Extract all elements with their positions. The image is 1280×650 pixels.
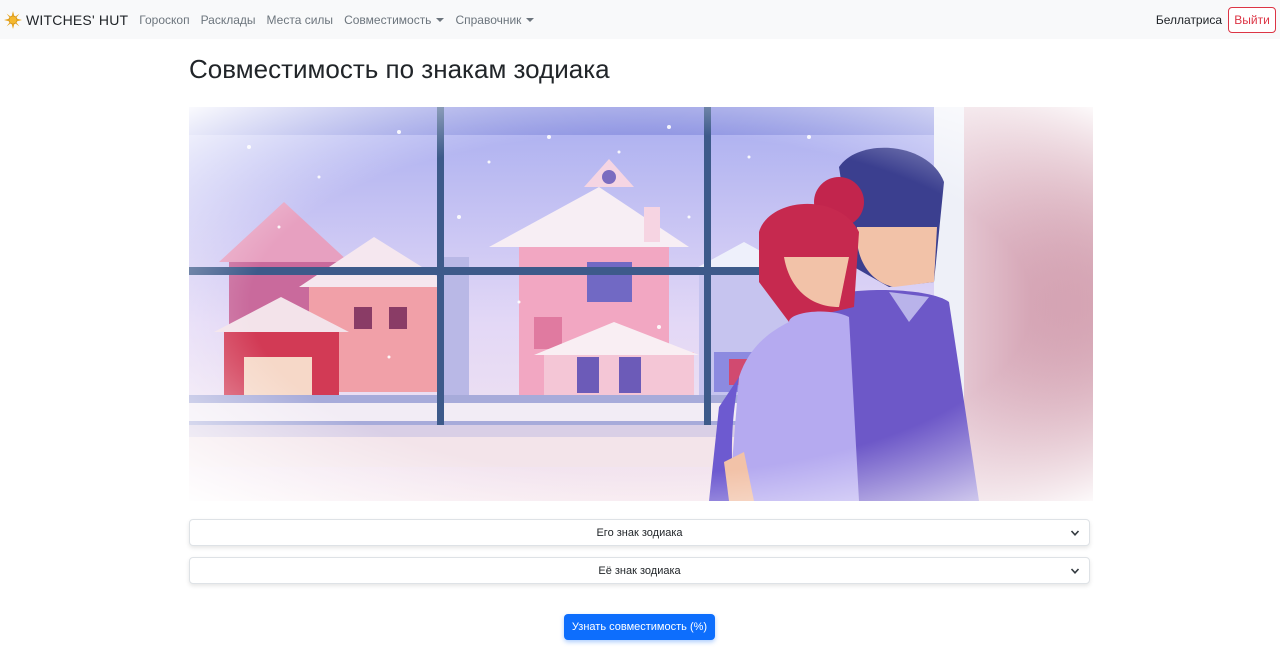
navbar: WITCHES' HUT Гороскоп Расклады Места сил… [0,0,1280,39]
sun-logo-icon [4,10,22,29]
couple-window-illustration [189,107,1093,501]
user-area: Беллатриса Выйти [1155,6,1276,33]
nav-link-label: Места силы [266,12,334,27]
logout-button[interactable]: Выйти [1228,6,1276,33]
chevron-down-icon [1070,530,1080,536]
caret-down-icon [436,17,445,22]
brand-name: WITCHES' HUT [26,11,129,28]
her-zodiac-placeholder: Её знак зодиака [598,564,681,577]
nav-link-label: Гороскоп [139,12,190,27]
nav-link-label: Совместимость [344,12,432,27]
chevron-down-icon [1070,568,1080,574]
nav-link-horoscope[interactable]: Гороскоп [139,13,189,27]
check-compatibility-button[interactable]: Узнать совместимость (%) [564,614,715,640]
his-zodiac-placeholder: Его знак зодиака [596,526,683,539]
her-zodiac-select[interactable]: Её знак зодиака [189,557,1090,584]
nav-link-label: Справочник [455,12,522,27]
brand-link[interactable]: WITCHES' HUT [4,10,129,29]
nav-dropdown-reference[interactable]: Справочник [455,12,535,27]
nav-dropdown-compatibility[interactable]: Совместимость [344,12,445,27]
nav-link-spreads[interactable]: Расклады [201,13,256,27]
caret-down-icon [526,17,535,22]
his-zodiac-select[interactable]: Его знак зодиака [189,519,1090,546]
nav-link-label: Расклады [200,12,256,27]
username: Беллатриса [1155,12,1222,27]
nav-link-places-of-power[interactable]: Места силы [267,13,334,27]
main-nav: Гороскоп Расклады Места силы Совместимос… [139,13,545,27]
page-title: Совместимость по знакам зодиака [189,54,610,84]
